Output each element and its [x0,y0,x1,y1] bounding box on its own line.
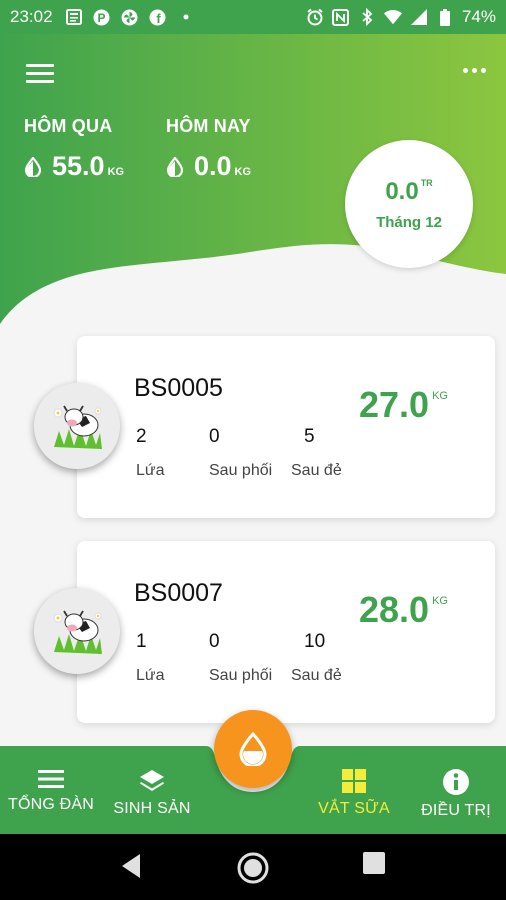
grid-icon [342,769,366,793]
pinwheel-icon [121,8,139,26]
cow-id: BS0005 [134,374,223,402]
dot-icon [177,8,195,26]
alarm-icon [306,8,324,26]
milk-drop-icon [239,732,267,766]
cow-parity-value: 2 [136,426,147,447]
news-icon [65,8,83,26]
cow-avatar [34,588,120,674]
svg-text:P: P [98,11,106,25]
svg-text:f: f [156,11,161,26]
cow-milk-value: 27.0 [359,384,430,425]
milk-drop-fab[interactable] [214,710,292,788]
month-unit: TR [420,177,433,188]
cow-milk-unit: KG [432,390,448,402]
battery-percent: 74% [461,7,496,26]
cow-milk-unit: KG [432,595,448,607]
cow-milk-value: 28.0 [359,589,430,630]
cow-days-after-calving-value: 10 [304,631,326,652]
month-summary-circle[interactable]: 0.0 TR Tháng 12 [345,140,473,268]
nav-herd[interactable]: TỔNG ĐÀN [0,768,106,814]
status-bar: 23:02 P f 74% [0,0,506,34]
milk-drop-icon [166,156,184,177]
today-value: 0.0 [194,151,232,181]
yesterday-stat: HÔM QUA 55.0 KG [24,116,124,182]
cow-parity-value: 1 [136,631,147,652]
more-options-icon[interactable] [463,68,486,73]
cow-id: BS0007 [134,579,223,607]
facebook-icon: f [149,8,167,26]
recents-icon[interactable] [362,851,386,875]
nav-breeding[interactable]: SINH SẢN [97,768,207,818]
cow-days-after-calving-label: Sau đẻ [291,667,342,684]
home-icon[interactable] [236,851,270,885]
wifi-icon [383,8,402,26]
nav-treatment-label: ĐIỀU TRỊ [421,802,491,819]
signal-icon [410,8,428,26]
battery-icon [436,8,454,26]
nav-herd-label: TỔNG ĐÀN [7,796,95,813]
today-unit: KG [234,166,252,178]
cow-days-after-breeding-label: Sau phối [209,667,273,684]
layers-icon [140,770,164,791]
cow-card[interactable]: BS0005 27.0 KG 2 0 5 Lứa Sau phối Sau đẻ [34,336,495,518]
cow-card[interactable]: BS0007 28.0 KG 1 0 10 Lứa Sau phối Sau đẻ [34,541,495,723]
status-time: 23:02 [10,7,53,26]
month-value: 0.0 [385,177,419,205]
month-label: Tháng 12 [376,213,442,231]
header: HÔM QUA 55.0 KG HÔM NAY 0.0 KG 0.0 TR Thá… [0,34,506,354]
nav-treatment[interactable]: ĐIỀU TRỊ [401,768,506,820]
nfc-icon [332,8,350,26]
bluetooth-icon [358,8,376,26]
nav-milking[interactable]: VẮT SỮA [299,768,409,818]
cow-days-after-calving-label: Sau đẻ [291,462,342,479]
cow-parity-label: Lứa [136,667,165,684]
cow-parity-label: Lứa [136,462,165,479]
cow-days-after-breeding-label: Sau phối [209,462,273,479]
nav-breeding-label: SINH SẢN [113,800,191,817]
cow-days-after-breeding-value: 0 [209,426,220,447]
menu-lines-icon [38,770,64,788]
menu-button[interactable] [26,64,54,86]
cow-image [34,588,120,674]
info-icon [443,769,469,795]
yesterday-unit: KG [107,166,125,178]
today-label: HÔM NAY [166,116,251,136]
system-navigation-bar [0,834,506,900]
cow-image [34,383,120,469]
cow-days-after-calving-value: 5 [304,426,315,447]
pinterest-icon: P [93,8,111,26]
nav-milking-label: VẮT SỮA [318,800,390,817]
back-icon[interactable] [118,851,144,881]
today-stat: HÔM NAY 0.0 KG [166,116,251,182]
yesterday-label: HÔM QUA [24,116,113,136]
yesterday-value: 55.0 [52,151,105,181]
cow-days-after-breeding-value: 0 [209,631,220,652]
cow-avatar [34,383,120,469]
cow-milk-amount: 27.0 KG [359,384,448,426]
milk-drop-icon [24,156,42,177]
cow-milk-amount: 28.0 KG [359,589,448,631]
